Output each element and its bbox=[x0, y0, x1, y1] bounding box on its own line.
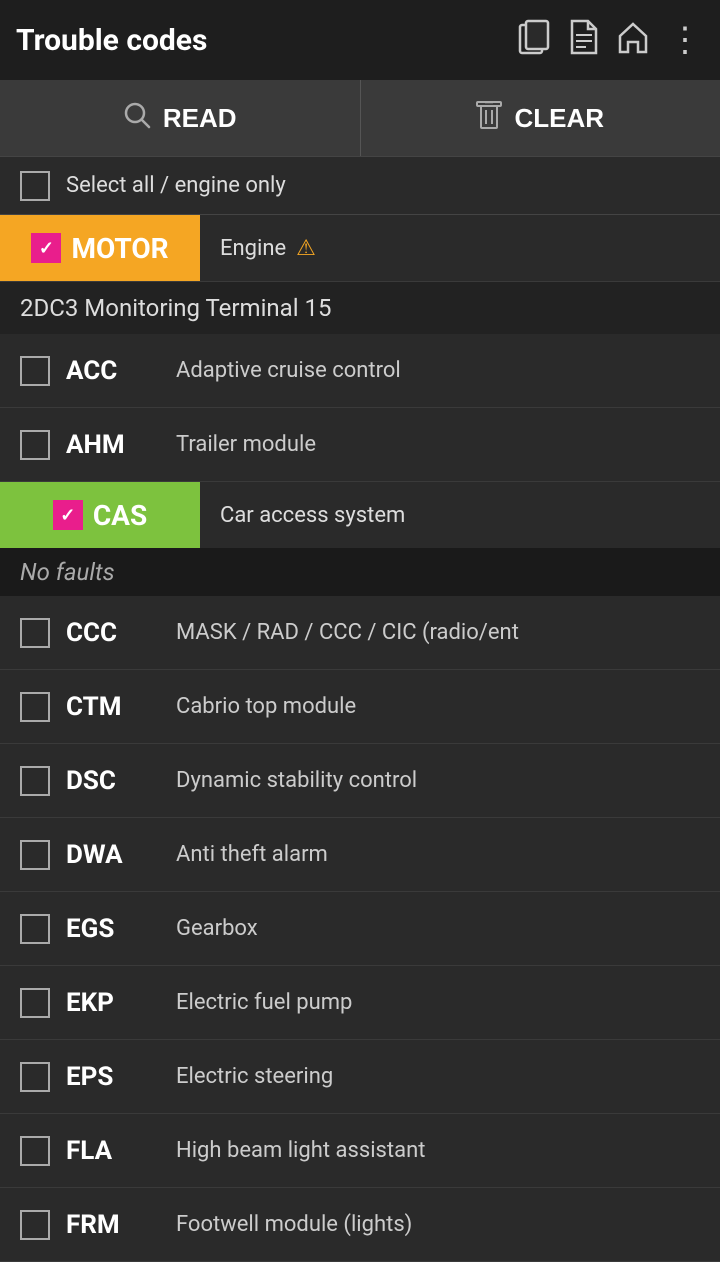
warning-icon: ⚠ bbox=[296, 236, 316, 261]
frm-checkbox[interactable] bbox=[20, 1210, 50, 1240]
header: Trouble codes ⋮ bbox=[0, 0, 720, 80]
motor-module-row[interactable]: MOTOR Engine ⚠ bbox=[0, 215, 720, 281]
select-all-label: Select all / engine only bbox=[66, 173, 286, 198]
clear-button[interactable]: CLEAR bbox=[361, 80, 720, 156]
frm-code: FRM bbox=[66, 1210, 176, 1240]
acc-code: ACC bbox=[66, 356, 176, 386]
list-item[interactable]: ACC Adaptive cruise control bbox=[0, 334, 720, 408]
cas-checkbox[interactable] bbox=[53, 500, 83, 530]
acc-checkbox[interactable] bbox=[20, 356, 50, 386]
list-item[interactable]: CCC MASK / RAD / CCC / CIC (radio/ent bbox=[0, 596, 720, 670]
read-button[interactable]: READ bbox=[0, 80, 361, 156]
read-label: READ bbox=[163, 103, 237, 134]
dsc-code: DSC bbox=[66, 766, 176, 796]
ccc-code: CCC bbox=[66, 618, 176, 648]
eps-desc: Electric steering bbox=[176, 1064, 700, 1089]
copy-icon[interactable] bbox=[518, 19, 550, 62]
cas-label: CAS bbox=[93, 499, 147, 532]
egs-code: EGS bbox=[66, 914, 176, 944]
dsc-desc: Dynamic stability control bbox=[176, 768, 700, 793]
cas-module-row[interactable]: CAS Car access system bbox=[0, 482, 720, 548]
dsc-checkbox[interactable] bbox=[20, 766, 50, 796]
ekp-code: EKP bbox=[66, 988, 176, 1018]
cas-desc-label: Car access system bbox=[220, 503, 405, 528]
list-item[interactable]: AHM Trailer module bbox=[0, 408, 720, 482]
document-icon[interactable] bbox=[568, 19, 598, 62]
motor-desc: Engine ⚠ bbox=[200, 236, 336, 261]
fla-checkbox[interactable] bbox=[20, 1136, 50, 1166]
motor-badge: MOTOR bbox=[0, 215, 200, 281]
motor-checkbox[interactable] bbox=[31, 233, 61, 263]
eps-code: EPS bbox=[66, 1062, 176, 1092]
select-all-checkbox[interactable] bbox=[20, 171, 50, 201]
group-header: 2DC3 Monitoring Terminal 15 bbox=[0, 281, 720, 334]
search-icon bbox=[123, 101, 151, 136]
list-item[interactable]: FRM Footwell module (lights) bbox=[0, 1188, 720, 1262]
ccc-checkbox[interactable] bbox=[20, 618, 50, 648]
dwa-desc: Anti theft alarm bbox=[176, 842, 700, 867]
acc-desc: Adaptive cruise control bbox=[176, 358, 700, 383]
ahm-code: AHM bbox=[66, 430, 176, 460]
list-item[interactable]: FLA High beam light assistant bbox=[0, 1114, 720, 1188]
fla-desc: High beam light assistant bbox=[176, 1138, 700, 1163]
dwa-checkbox[interactable] bbox=[20, 840, 50, 870]
fla-code: FLA bbox=[66, 1136, 176, 1166]
ccc-desc: MASK / RAD / CCC / CIC (radio/ent bbox=[176, 620, 700, 645]
eps-checkbox[interactable] bbox=[20, 1062, 50, 1092]
motor-label: MOTOR bbox=[71, 232, 168, 265]
ctm-checkbox[interactable] bbox=[20, 692, 50, 722]
header-icons: ⋮ bbox=[518, 19, 704, 62]
home-icon[interactable] bbox=[616, 20, 650, 61]
list-item[interactable]: EPS Electric steering bbox=[0, 1040, 720, 1114]
engine-label: Engine bbox=[220, 236, 286, 261]
list-item[interactable]: DWA Anti theft alarm bbox=[0, 818, 720, 892]
no-faults: No faults bbox=[0, 548, 720, 596]
list-item[interactable]: DSC Dynamic stability control bbox=[0, 744, 720, 818]
ekp-desc: Electric fuel pump bbox=[176, 990, 700, 1015]
ekp-checkbox[interactable] bbox=[20, 988, 50, 1018]
frm-desc: Footwell module (lights) bbox=[176, 1212, 700, 1237]
toolbar: READ CLEAR bbox=[0, 80, 720, 157]
ahm-checkbox[interactable] bbox=[20, 430, 50, 460]
egs-checkbox[interactable] bbox=[20, 914, 50, 944]
egs-desc: Gearbox bbox=[176, 916, 700, 941]
select-all-row[interactable]: Select all / engine only bbox=[0, 157, 720, 215]
more-icon[interactable]: ⋮ bbox=[668, 20, 704, 60]
cas-desc: Car access system bbox=[200, 503, 425, 528]
list-item[interactable]: EGS Gearbox bbox=[0, 892, 720, 966]
ctm-desc: Cabrio top module bbox=[176, 694, 700, 719]
dwa-code: DWA bbox=[66, 840, 176, 870]
list-item[interactable]: CTM Cabrio top module bbox=[0, 670, 720, 744]
ahm-desc: Trailer module bbox=[176, 432, 700, 457]
clear-label: CLEAR bbox=[514, 103, 604, 134]
page-title: Trouble codes bbox=[16, 23, 518, 58]
trash-icon bbox=[476, 101, 502, 136]
ctm-code: CTM bbox=[66, 692, 176, 722]
cas-badge: CAS bbox=[0, 482, 200, 548]
list-item[interactable]: EKP Electric fuel pump bbox=[0, 966, 720, 1040]
